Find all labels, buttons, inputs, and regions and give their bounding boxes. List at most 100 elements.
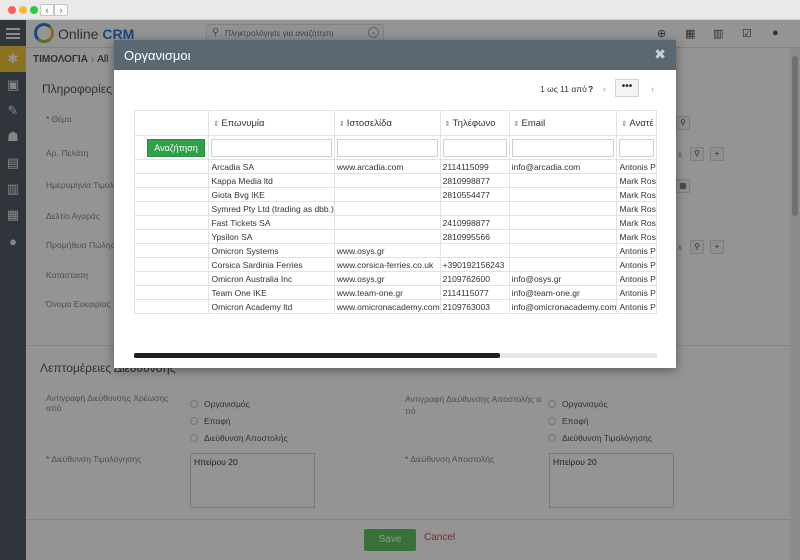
row-select-cell[interactable] bbox=[134, 159, 210, 174]
cell-website[interactable]: www.osys.gr bbox=[333, 271, 441, 286]
cell-name[interactable]: Arcadia SA bbox=[208, 159, 335, 174]
row-select-cell[interactable] bbox=[134, 229, 210, 244]
cell-assigned[interactable]: Mark Ros bbox=[616, 201, 657, 216]
cell-phone[interactable] bbox=[439, 201, 510, 216]
cell-email[interactable]: info@osys.gr bbox=[508, 271, 618, 286]
cell-email[interactable] bbox=[508, 187, 618, 202]
row-select-cell[interactable] bbox=[134, 285, 210, 300]
grid-horizontal-scrollbar[interactable] bbox=[134, 353, 657, 358]
sort-icon[interactable]: ⇕ bbox=[514, 121, 520, 128]
row-select-cell[interactable] bbox=[134, 173, 210, 188]
cell-phone[interactable]: 2114115077 bbox=[439, 285, 510, 300]
row-select-cell[interactable] bbox=[134, 243, 210, 258]
cell-phone[interactable]: 2810995566 bbox=[439, 229, 510, 244]
cell-website[interactable]: www.arcadia.com bbox=[333, 159, 441, 174]
grid-scrollbar-thumb[interactable] bbox=[134, 353, 500, 358]
cell-name[interactable]: Ypsilon SA bbox=[208, 229, 335, 244]
cell-assigned[interactable]: Mark Ros bbox=[616, 187, 657, 202]
column-header-email[interactable]: ⇕ Email bbox=[508, 110, 618, 136]
window-zoom-dot[interactable] bbox=[30, 6, 38, 14]
cell-website[interactable] bbox=[333, 173, 441, 188]
cell-assigned[interactable]: Antonis P bbox=[616, 285, 657, 300]
cell-name[interactable]: Omicron Australia Inc bbox=[208, 271, 335, 286]
cell-website[interactable] bbox=[333, 187, 441, 202]
cell-name[interactable]: Corsica Sardinia Ferries bbox=[208, 257, 335, 272]
sort-icon[interactable]: ⇕ bbox=[445, 121, 451, 128]
column-header-website[interactable]: ⇕ Ιστοσελίδα bbox=[333, 110, 441, 136]
cell-email[interactable] bbox=[508, 243, 618, 258]
browser-forward-icon[interactable]: › bbox=[54, 4, 68, 16]
cell-name[interactable]: Omicron Academy ltd bbox=[208, 299, 335, 314]
cell-phone[interactable]: 2109762600 bbox=[439, 271, 510, 286]
cell-phone[interactable]: +390192156243 bbox=[439, 257, 510, 272]
pager-next-icon[interactable]: › bbox=[651, 84, 654, 94]
column-header-assigned[interactable]: ⇕ Ανατέ bbox=[616, 110, 657, 136]
table-row[interactable]: Arcadia SA www.arcadia.com 2114115099 info@… bbox=[134, 159, 657, 174]
cell-assigned[interactable]: Antonis P bbox=[616, 243, 657, 258]
table-row[interactable]: Omicron Academy ltd www.omicronacademy.co… bbox=[134, 299, 657, 314]
cell-assigned[interactable]: Antonis P bbox=[616, 271, 657, 286]
table-row[interactable]: Team One IKE www.team-one.gr 2114115077 inf… bbox=[134, 285, 657, 300]
window-minimize-dot[interactable] bbox=[19, 6, 27, 14]
cell-phone[interactable]: 2410998877 bbox=[439, 215, 510, 230]
cell-website[interactable]: www.osys.gr bbox=[333, 243, 441, 258]
table-row[interactable]: Symred Pty Ltd (trading as dbb.) Mark Ros bbox=[134, 201, 657, 216]
sort-icon[interactable]: ⇕ bbox=[621, 121, 627, 128]
filter-name-input[interactable] bbox=[211, 138, 332, 157]
cell-name[interactable]: Fast Tickets SA bbox=[208, 215, 335, 230]
cell-website[interactable] bbox=[333, 229, 441, 244]
cell-assigned[interactable]: Mark Ros bbox=[616, 173, 657, 188]
table-row[interactable]: Omicron Australia Inc www.osys.gr 21097626… bbox=[134, 271, 657, 286]
row-select-cell[interactable] bbox=[134, 187, 210, 202]
pager-prev-icon[interactable]: ‹ bbox=[603, 84, 606, 94]
cell-name[interactable]: Omicron Systems bbox=[208, 243, 335, 258]
cell-email[interactable] bbox=[508, 201, 618, 216]
row-select-cell[interactable] bbox=[134, 257, 210, 272]
table-row[interactable]: Omicron Systems www.osys.gr Antonis P bbox=[134, 243, 657, 258]
column-header-name[interactable]: ⇕ Επωνυμία bbox=[208, 110, 335, 136]
cell-assigned[interactable]: Antonis P bbox=[616, 159, 657, 174]
cell-website[interactable] bbox=[333, 215, 441, 230]
row-select-cell[interactable] bbox=[134, 201, 210, 216]
cell-email[interactable] bbox=[508, 229, 618, 244]
table-row[interactable]: Corsica Sardinia Ferries www.corsica-ferr… bbox=[134, 257, 657, 272]
cell-phone[interactable]: 2810998877 bbox=[439, 173, 510, 188]
cell-website[interactable]: www.omicronacademy.com bbox=[333, 299, 441, 314]
table-row[interactable]: Kappa Media ltd 2810998877 Mark Ros bbox=[134, 173, 657, 188]
browser-back-icon[interactable]: ‹ bbox=[40, 4, 54, 16]
cell-assigned[interactable]: Antonis P bbox=[616, 257, 657, 272]
table-row[interactable]: Giota Bvg IKE 2810554477 Mark Ros bbox=[134, 187, 657, 202]
filter-phone-input[interactable] bbox=[442, 138, 507, 157]
cell-assigned[interactable]: Antonis P bbox=[616, 299, 657, 314]
sort-icon[interactable]: ⇕ bbox=[339, 121, 345, 128]
sort-icon[interactable]: ⇕ bbox=[213, 121, 219, 128]
filter-email-input[interactable] bbox=[511, 138, 615, 157]
table-row[interactable]: Ypsilon SA 2810995566 Mark Ros bbox=[134, 229, 657, 244]
cell-email[interactable] bbox=[508, 173, 618, 188]
cell-name[interactable]: Giota Bvg IKE bbox=[208, 187, 335, 202]
table-row[interactable]: Fast Tickets SA 2410998877 Mark Ros bbox=[134, 215, 657, 230]
cell-phone[interactable]: 2109763003 bbox=[439, 299, 510, 314]
cell-name[interactable]: Symred Pty Ltd (trading as dbb.) bbox=[208, 201, 335, 216]
cell-website[interactable]: www.corsica-ferries.co.uk bbox=[333, 257, 441, 272]
search-button[interactable]: Αναζήτηση bbox=[147, 138, 205, 157]
row-select-cell[interactable] bbox=[134, 215, 210, 230]
cell-phone[interactable]: 2114115099 bbox=[439, 159, 510, 174]
cell-email[interactable]: info@team-one.gr bbox=[508, 285, 618, 300]
pager-total[interactable]: ? bbox=[588, 84, 593, 94]
column-header-phone[interactable]: ⇕ Τηλέφωνο bbox=[439, 110, 510, 136]
cell-website[interactable] bbox=[333, 201, 441, 216]
filter-assigned-input[interactable] bbox=[619, 138, 654, 157]
cell-name[interactable]: Kappa Media ltd bbox=[208, 173, 335, 188]
cell-email[interactable]: info@arcadia.com bbox=[508, 159, 618, 174]
cell-email[interactable]: info@omicronacademy.com bbox=[508, 299, 618, 314]
row-select-cell[interactable] bbox=[134, 271, 210, 286]
cell-phone[interactable]: 2810554477 bbox=[439, 187, 510, 202]
pager-more-button[interactable]: ••• bbox=[615, 79, 639, 97]
cell-assigned[interactable]: Mark Ros bbox=[616, 215, 657, 230]
cell-assigned[interactable]: Mark Ros bbox=[616, 229, 657, 244]
cell-phone[interactable] bbox=[439, 243, 510, 258]
close-icon[interactable]: ✖ bbox=[654, 46, 666, 63]
cell-email[interactable] bbox=[508, 215, 618, 230]
window-close-dot[interactable] bbox=[8, 6, 16, 14]
